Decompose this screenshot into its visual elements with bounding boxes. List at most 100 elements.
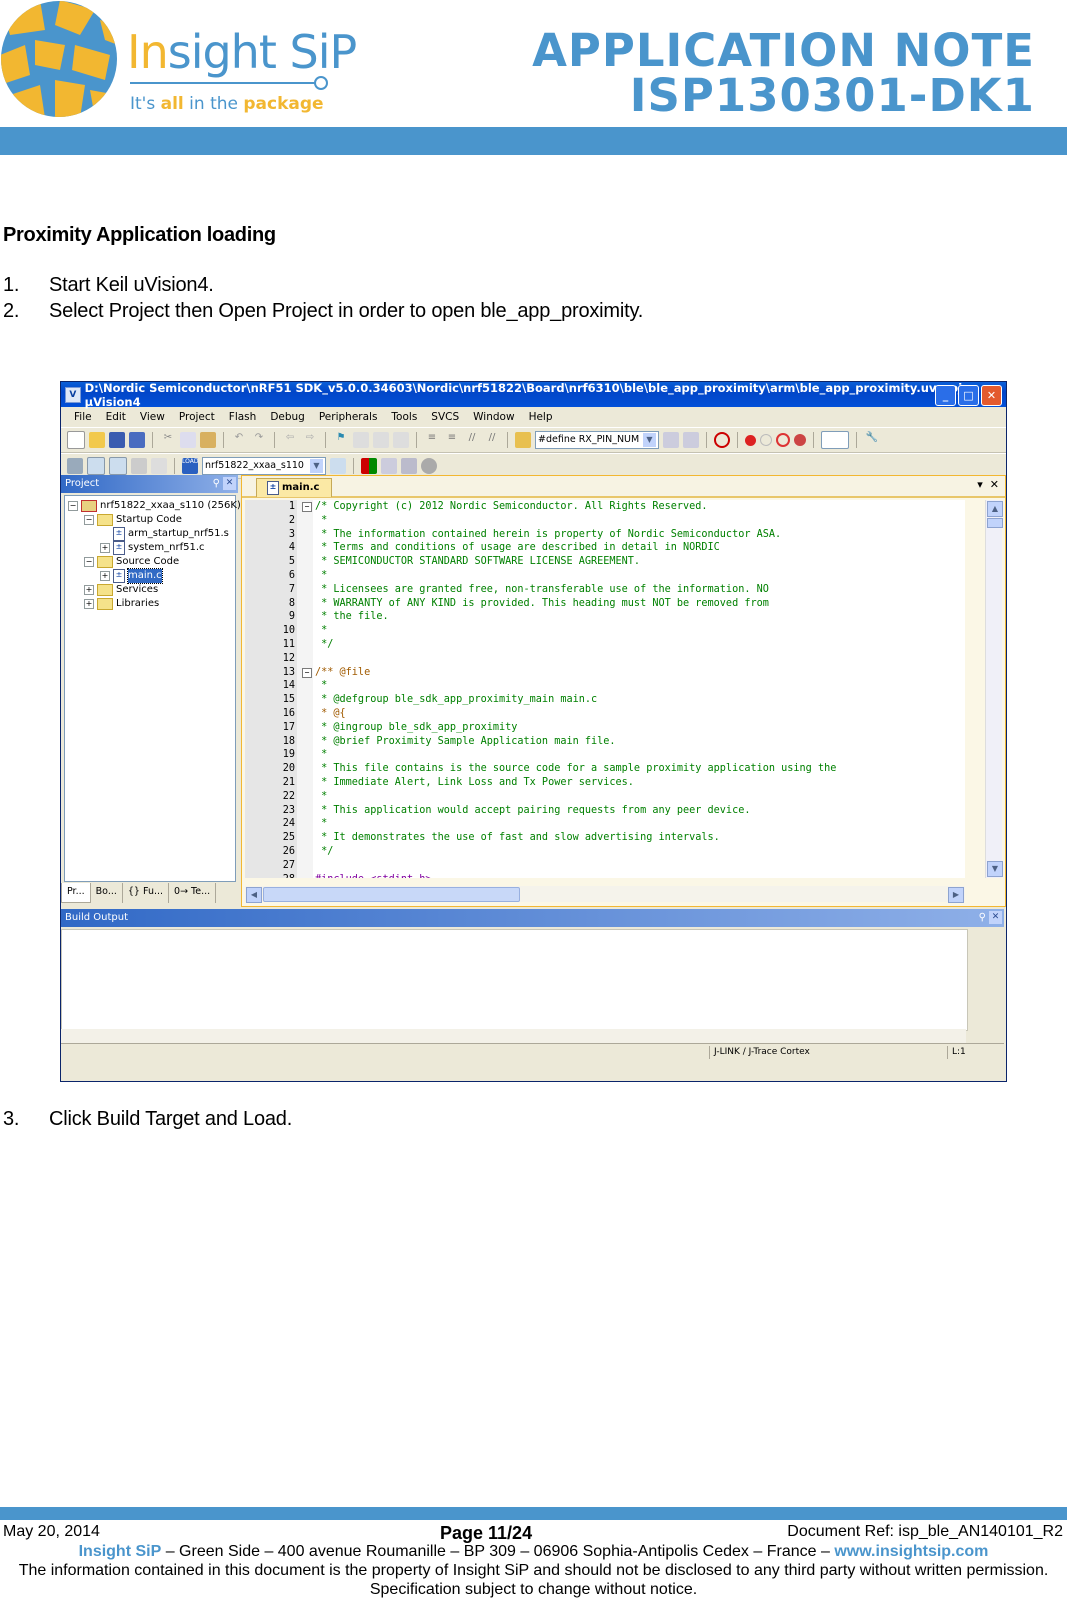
tree-item[interactable]: + Services: [84, 583, 158, 597]
build-output-text[interactable]: [61, 929, 968, 1031]
code-line[interactable]: 1−/* Copyright (c) 2012 Nordic Semicondu…: [245, 500, 965, 514]
manage-components-icon[interactable]: [361, 458, 377, 474]
find-icon[interactable]: [663, 432, 679, 448]
target-combo[interactable]: nrf51822_xxaa_s110 (256I▼: [202, 457, 326, 475]
save-all-icon[interactable]: [129, 432, 145, 448]
indent-icon[interactable]: ≡: [424, 432, 440, 448]
next-bookmark-icon[interactable]: [373, 432, 389, 448]
collapse-icon[interactable]: −: [84, 557, 94, 567]
code-line[interactable]: 25 * It demonstrates the use of fast and…: [245, 831, 965, 845]
code-line[interactable]: 27: [245, 859, 965, 873]
tab-main-c[interactable]: ± main.c: [256, 478, 333, 497]
code-line[interactable]: 19 *: [245, 748, 965, 762]
uncomment-icon[interactable]: //: [484, 432, 500, 448]
code-line[interactable]: 20 * This file contains is the source co…: [245, 762, 965, 776]
insert-breakpoint-icon[interactable]: [745, 434, 756, 446]
tab-books[interactable]: Bo...: [91, 883, 123, 903]
code-line[interactable]: 7 * Licensees are granted free, non-tran…: [245, 583, 965, 597]
menu-edit[interactable]: Edit: [99, 411, 133, 423]
collapse-icon[interactable]: −: [68, 501, 78, 511]
scroll-left-icon[interactable]: ◀: [246, 887, 262, 903]
load-download-icon[interactable]: LOAD: [182, 458, 198, 474]
code-line[interactable]: 16 * @{: [245, 707, 965, 721]
scroll-down-icon[interactable]: ▼: [987, 861, 1003, 877]
tree-item[interactable]: − nrf51822_xxaa_s110 (256K): [68, 499, 241, 513]
kill-breakpoints-icon[interactable]: [794, 434, 806, 446]
menu-help[interactable]: Help: [522, 411, 560, 423]
editor-horizontal-scrollbar[interactable]: ◀ ▶: [245, 886, 965, 903]
menu-flash[interactable]: Flash: [222, 411, 264, 423]
open-folder-icon[interactable]: [89, 432, 105, 448]
tab-templates[interactable]: 0→ Te...: [169, 883, 217, 903]
undo-icon[interactable]: ↶: [231, 432, 247, 448]
code-line[interactable]: 23 * This application would accept pairi…: [245, 804, 965, 818]
scroll-up-icon[interactable]: ▲: [987, 501, 1003, 517]
menu-tools[interactable]: Tools: [384, 411, 424, 423]
code-line[interactable]: 9 * the file.: [245, 610, 965, 624]
pin-icon[interactable]: ⚲: [213, 475, 220, 493]
menu-svcs[interactable]: SVCS: [424, 411, 466, 423]
translate-icon[interactable]: [67, 458, 83, 474]
footer-website-link[interactable]: www.insightsip.com: [834, 1543, 988, 1560]
menu-window[interactable]: Window: [466, 411, 521, 423]
save-icon[interactable]: [109, 432, 125, 448]
redo-icon[interactable]: ↷: [251, 432, 267, 448]
menu-debug[interactable]: Debug: [263, 411, 312, 423]
batch-build-icon[interactable]: [131, 458, 147, 474]
code-line[interactable]: 11 */: [245, 638, 965, 652]
code-line[interactable]: 26 */: [245, 845, 965, 859]
select-packs-icon[interactable]: [381, 458, 397, 474]
menu-file[interactable]: File: [67, 411, 99, 423]
code-view[interactable]: 1−/* Copyright (c) 2012 Nordic Semicondu…: [245, 500, 965, 878]
tab-functions[interactable]: {} Fu...: [123, 883, 170, 903]
minimize-button[interactable]: _: [935, 385, 956, 406]
tree-item[interactable]: + Libraries: [84, 597, 159, 611]
bookmark-icon[interactable]: ⚑: [333, 432, 349, 448]
configure-wrench-icon[interactable]: 🔧: [864, 432, 880, 448]
software-packs-icon[interactable]: [421, 458, 437, 474]
code-line[interactable]: 12: [245, 652, 965, 666]
editor-vertical-scrollbar[interactable]: ▲ ▼: [985, 500, 1003, 878]
fold-icon[interactable]: −: [302, 502, 312, 512]
disable-breakpoints-icon[interactable]: [776, 433, 790, 447]
find-combo[interactable]: #define RX_PIN_NUMBE▼: [535, 431, 659, 449]
code-line[interactable]: 28 #include <stdint.h>: [245, 873, 965, 878]
clear-bookmarks-icon[interactable]: [393, 432, 409, 448]
menu-project[interactable]: Project: [172, 411, 222, 423]
tree-item[interactable]: − Startup Code: [84, 513, 182, 527]
close-pane-icon[interactable]: ✕: [989, 911, 1002, 924]
prev-bookmark-icon[interactable]: [353, 432, 369, 448]
window-layout-dropdown[interactable]: [821, 431, 849, 449]
code-line[interactable]: 6 *: [245, 569, 965, 583]
build-target-icon[interactable]: [87, 457, 105, 475]
code-line[interactable]: 17 * @ingroup ble_sdk_app_proximity: [245, 721, 965, 735]
scroll-thumb[interactable]: [987, 518, 1003, 528]
tree-item[interactable]: ± arm_startup_nrf51.s: [100, 527, 229, 541]
unindent-icon[interactable]: ≡: [444, 432, 460, 448]
code-line[interactable]: 8 * WARRANTY of ANY KIND is provided. Th…: [245, 597, 965, 611]
code-line[interactable]: 2 *: [245, 514, 965, 528]
close-button[interactable]: ✕: [981, 385, 1002, 406]
scroll-right-icon[interactable]: ▶: [948, 887, 964, 903]
code-line[interactable]: 3 * The information contained herein is …: [245, 528, 965, 542]
nav-forward-icon[interactable]: ⇨: [302, 432, 318, 448]
enable-breakpoint-icon[interactable]: [760, 434, 772, 446]
code-line[interactable]: 15 * @defgroup ble_sdk_app_proximity_mai…: [245, 693, 965, 707]
pin-icon[interactable]: ⚲: [979, 909, 986, 927]
paste-icon[interactable]: [200, 432, 216, 448]
menu-peripherals[interactable]: Peripherals: [312, 411, 385, 423]
incremental-find-icon[interactable]: [683, 432, 699, 448]
expand-icon[interactable]: +: [100, 571, 110, 581]
target-options-icon[interactable]: [330, 458, 346, 474]
expand-icon[interactable]: +: [84, 599, 94, 609]
h-scroll-thumb[interactable]: [263, 887, 520, 902]
code-line[interactable]: 22 *: [245, 790, 965, 804]
comment-icon[interactable]: //: [464, 432, 480, 448]
tree-item[interactable]: − Source Code: [84, 555, 179, 569]
close-tab-icon[interactable]: ✕: [990, 478, 999, 491]
code-line[interactable]: 13−/** @file: [245, 666, 965, 680]
nav-back-icon[interactable]: ⇦: [282, 432, 298, 448]
find-in-files-icon[interactable]: [515, 432, 531, 448]
code-line[interactable]: 4 * Terms and conditions of usage are de…: [245, 541, 965, 555]
maximize-button[interactable]: □: [958, 385, 979, 406]
